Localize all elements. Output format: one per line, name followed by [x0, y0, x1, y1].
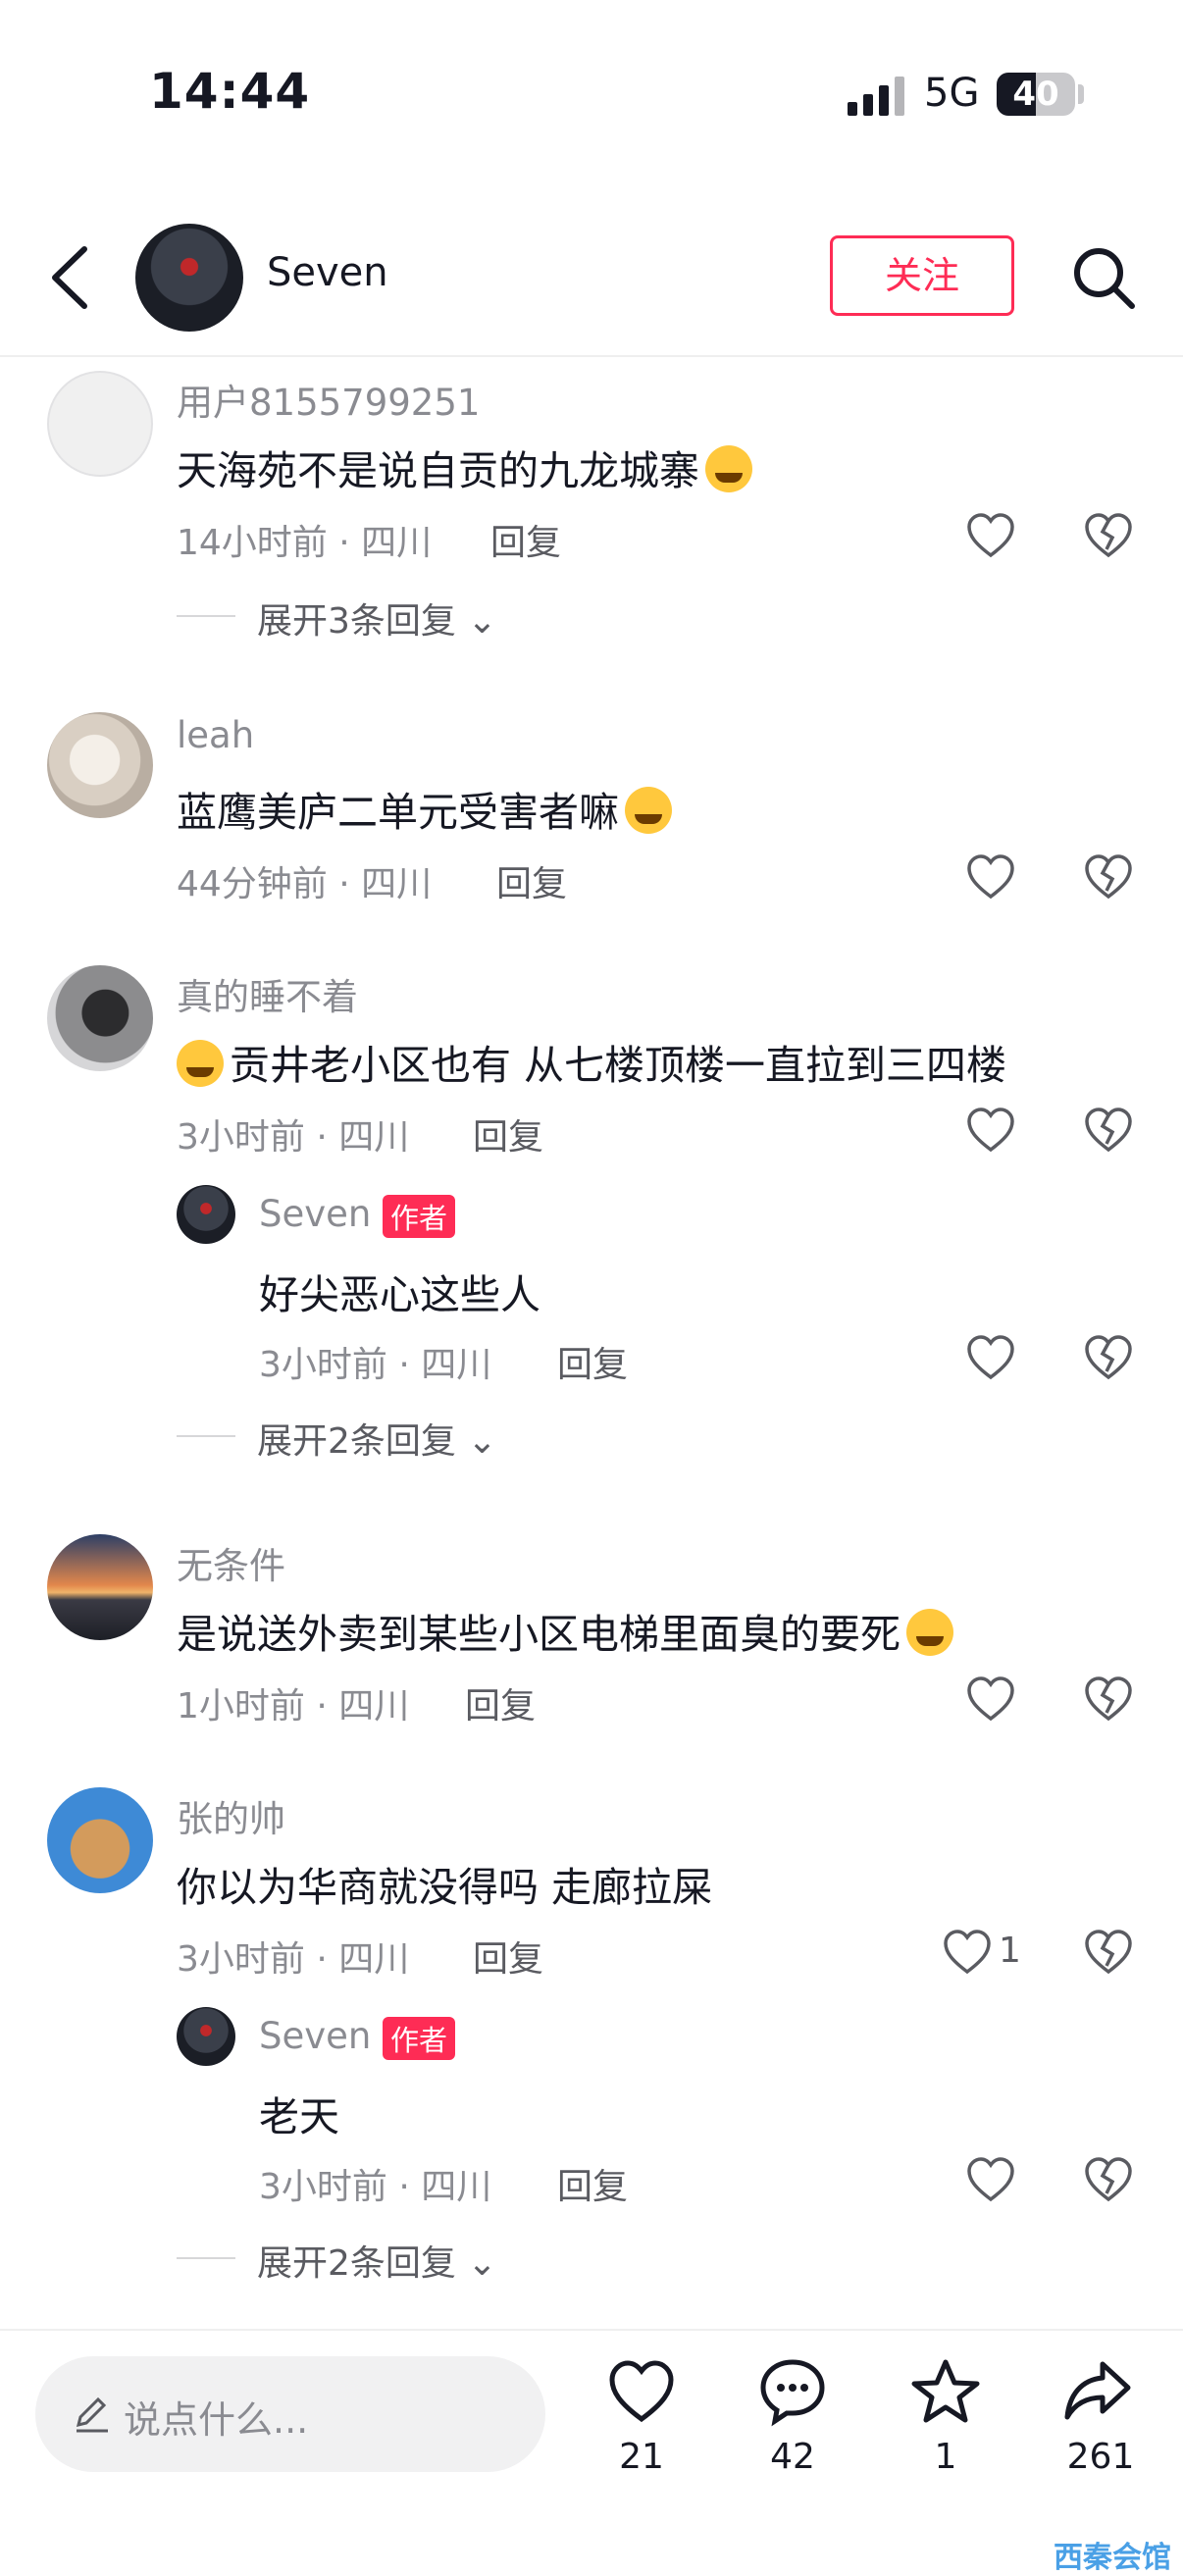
expand-label: 展开2条回复: [257, 1421, 456, 1462]
reply-text: 老天: [259, 2093, 339, 2140]
comment-username[interactable]: 张的帅: [177, 1789, 285, 1842]
reply-time: 3小时前 · 四川: [259, 2167, 492, 2207]
comment-time: 3小时前 · 四川: [177, 1939, 410, 1980]
dislike-icon[interactable]: [1083, 510, 1134, 561]
reply-avatar[interactable]: [177, 2007, 235, 2066]
reply-button[interactable]: 回复: [496, 855, 567, 906]
laugh-emoji-icon: [705, 445, 752, 492]
search-icon[interactable]: [1069, 243, 1138, 312]
comment-text-content: 蓝鹰美庐二单元受害者嘛: [177, 789, 619, 836]
comment-time: 44分钟前 · 四川: [177, 864, 433, 904]
comment-time: 14小时前 · 四川: [177, 523, 433, 563]
comment-username[interactable]: 用户8155799251: [177, 373, 480, 426]
dislike-icon[interactable]: [1083, 1674, 1134, 1725]
reply-button[interactable]: 回复: [557, 2158, 628, 2209]
comment-username[interactable]: 无条件: [177, 1536, 285, 1589]
comment-time: 3小时前 · 四川: [177, 1117, 410, 1158]
comment-avatar[interactable]: [47, 712, 153, 818]
share-icon[interactable]: [1061, 2356, 1132, 2427]
reply-time: 3小时前 · 四川: [259, 1345, 492, 1385]
expand-line: [177, 2257, 235, 2259]
network-label: 5G: [924, 71, 980, 116]
laugh-emoji-icon: [906, 1609, 953, 1656]
comment-text-content: 是说送外卖到某些小区电梯里面臭的要死: [177, 1611, 900, 1658]
comment-text-content: 贡井老小区也有 从七楼顶楼一直拉到三四楼: [230, 1042, 1007, 1089]
reply-button[interactable]: 回复: [490, 514, 561, 565]
expand-replies-button[interactable]: 展开2条回复 ⌄: [257, 2235, 497, 2286]
heart-icon[interactable]: [606, 2356, 677, 2427]
comment-time: 1小时前 · 四川: [177, 1686, 410, 1726]
back-icon[interactable]: [43, 243, 98, 312]
battery-tip: [1078, 84, 1084, 104]
bottom-divider: [0, 2329, 1183, 2331]
comment-avatar[interactable]: [47, 1787, 153, 1893]
comment-icon[interactable]: [757, 2356, 828, 2427]
comment-input-placeholder[interactable]: 说点什么...: [124, 2390, 308, 2444]
expand-label: 展开2条回复: [257, 2243, 456, 2284]
dislike-icon[interactable]: [1083, 2154, 1134, 2205]
reply-button[interactable]: 回复: [557, 1336, 628, 1387]
expand-line: [177, 1435, 235, 1437]
comment-username[interactable]: leah: [177, 714, 254, 756]
chevron-down-icon: ⌄: [467, 2243, 497, 2284]
reply-button[interactable]: 回复: [473, 1108, 543, 1159]
expand-label: 展开3条回复: [257, 601, 456, 642]
dislike-icon[interactable]: [1083, 1927, 1134, 1978]
comment-text: 蓝鹰美庐二单元受害者嘛: [177, 779, 672, 838]
chevron-down-icon: ⌄: [467, 1421, 497, 1462]
reply-text: 好尖恶心这些人: [259, 1271, 540, 1318]
heart-icon[interactable]: [965, 510, 1016, 561]
comment-username[interactable]: 真的睡不着: [177, 967, 358, 1020]
comment-avatar[interactable]: [47, 965, 153, 1071]
battery-icon: 40: [997, 73, 1075, 116]
reply-button[interactable]: 回复: [473, 1931, 543, 1982]
share-total: 261: [1066, 2437, 1135, 2477]
header-user-name[interactable]: Seven: [267, 250, 388, 295]
battery-level: 40: [1012, 75, 1059, 114]
favorite-total: 1: [934, 2437, 957, 2477]
comment-avatar[interactable]: [47, 1534, 153, 1640]
heart-icon[interactable]: [965, 1105, 1016, 1156]
heart-icon[interactable]: [965, 1674, 1016, 1725]
reply-button[interactable]: 回复: [465, 1677, 536, 1728]
watermark: 西秦会馆: [1054, 2541, 1171, 2575]
heart-icon[interactable]: [965, 1332, 1016, 1383]
dislike-icon[interactable]: [1083, 1105, 1134, 1156]
star-icon[interactable]: [910, 2356, 981, 2427]
signal-icon: [848, 77, 904, 116]
reply-avatar[interactable]: [177, 1185, 235, 1244]
chevron-down-icon: ⌄: [467, 601, 497, 642]
author-badge: 作者: [383, 2017, 456, 2060]
expand-line: [177, 615, 235, 617]
crying-emoji-icon: [625, 787, 672, 834]
like-count: 1: [999, 1931, 1021, 1971]
heart-icon[interactable]: [965, 851, 1016, 902]
dislike-icon[interactable]: [1083, 851, 1134, 902]
expand-replies-button[interactable]: 展开3条回复 ⌄: [257, 592, 497, 644]
comment-text: 是说送外卖到某些小区电梯里面臭的要死: [177, 1601, 953, 1660]
like-total: 21: [619, 2437, 664, 2477]
reply-username[interactable]: Seven: [259, 1193, 371, 1235]
comment-text: 你以为华商就没得吗 走廊拉屎: [177, 1864, 713, 1911]
follow-button[interactable]: 关注: [830, 235, 1014, 316]
comment-text: 天海苑不是说自贡的九龙城寨: [177, 438, 752, 496]
header-divider: [0, 355, 1183, 357]
comment-avatar[interactable]: [47, 371, 153, 477]
status-time: 14:44: [149, 63, 311, 120]
pencil-icon: [76, 2396, 108, 2433]
author-badge: 作者: [383, 1195, 456, 1238]
comment-total: 42: [770, 2437, 815, 2477]
dislike-icon[interactable]: [1083, 1332, 1134, 1383]
header-avatar[interactable]: [135, 224, 243, 332]
heart-icon[interactable]: [965, 2154, 1016, 2205]
expand-replies-button[interactable]: 展开2条回复 ⌄: [257, 1413, 497, 1464]
heart-icon[interactable]: [942, 1927, 993, 1978]
smile-emoji-icon: [177, 1040, 224, 1087]
comment-text-content: 天海苑不是说自贡的九龙城寨: [177, 447, 699, 494]
reply-username[interactable]: Seven: [259, 2015, 371, 2057]
comment-text: 贡井老小区也有 从七楼顶楼一直拉到三四楼: [177, 1032, 1006, 1091]
